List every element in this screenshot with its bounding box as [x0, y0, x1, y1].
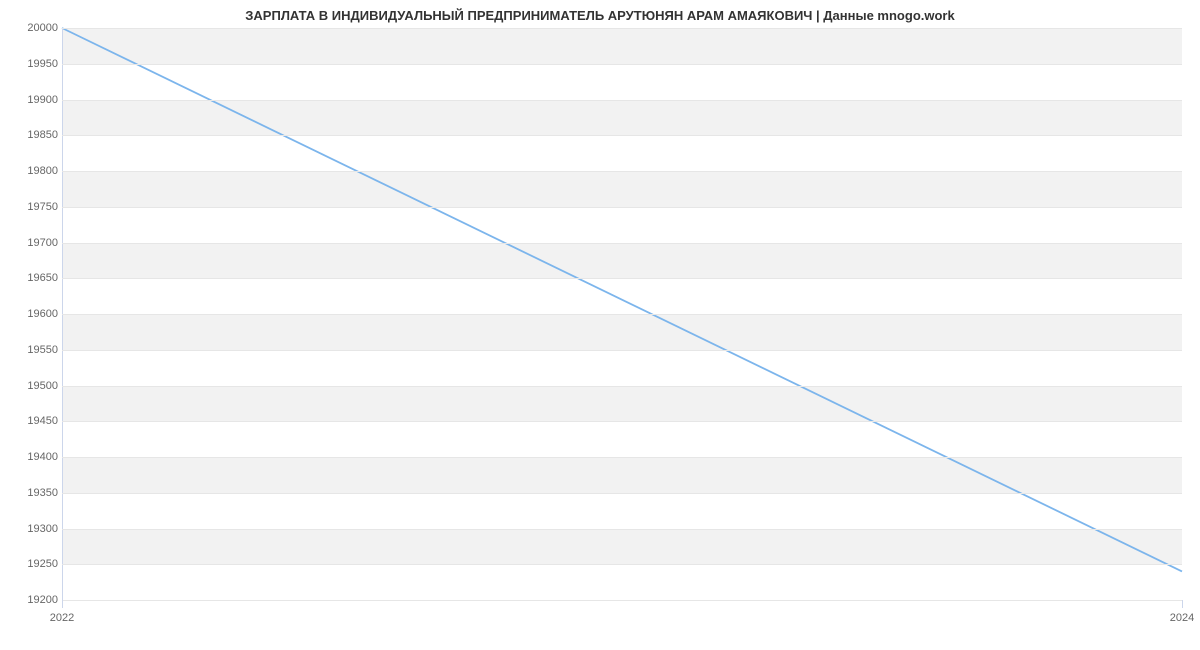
y-tick-label: 20000	[4, 22, 58, 34]
y-tick-label: 19200	[4, 594, 58, 606]
x-tick-label: 2024	[1170, 612, 1194, 624]
y-tick-label: 19250	[4, 558, 58, 570]
y-tick-label: 19450	[4, 415, 58, 427]
y-tick-label: 19800	[4, 165, 58, 177]
y-gridline	[62, 421, 1182, 422]
y-gridline	[62, 28, 1182, 29]
y-tick-label: 19900	[4, 94, 58, 106]
plot-area	[62, 28, 1182, 600]
y-tick-label: 19600	[4, 308, 58, 320]
y-tick-label: 19850	[4, 129, 58, 141]
y-gridline	[62, 243, 1182, 244]
y-gridline	[62, 135, 1182, 136]
y-gridline	[62, 600, 1182, 601]
x-tick	[1182, 600, 1183, 608]
series-line	[62, 28, 1182, 571]
y-gridline	[62, 457, 1182, 458]
y-gridline	[62, 314, 1182, 315]
y-gridline	[62, 278, 1182, 279]
y-tick-label: 19300	[4, 523, 58, 535]
x-tick	[62, 600, 63, 608]
y-gridline	[62, 529, 1182, 530]
y-tick-label: 19950	[4, 58, 58, 70]
y-gridline	[62, 350, 1182, 351]
y-gridline	[62, 207, 1182, 208]
y-tick-label: 19550	[4, 344, 58, 356]
x-tick-label: 2022	[50, 612, 74, 624]
y-gridline	[62, 493, 1182, 494]
y-gridline	[62, 564, 1182, 565]
y-tick-label: 19700	[4, 237, 58, 249]
line-chart: ЗАРПЛАТА В ИНДИВИДУАЛЬНЫЙ ПРЕДПРИНИМАТЕЛ…	[0, 0, 1200, 650]
y-tick-label: 19750	[4, 201, 58, 213]
chart-title: ЗАРПЛАТА В ИНДИВИДУАЛЬНЫЙ ПРЕДПРИНИМАТЕЛ…	[0, 8, 1200, 23]
y-tick-label: 19650	[4, 272, 58, 284]
y-tick-label: 19400	[4, 451, 58, 463]
y-gridline	[62, 64, 1182, 65]
y-gridline	[62, 100, 1182, 101]
y-gridline	[62, 171, 1182, 172]
y-gridline	[62, 386, 1182, 387]
y-tick-label: 19350	[4, 487, 58, 499]
y-tick-label: 19500	[4, 380, 58, 392]
